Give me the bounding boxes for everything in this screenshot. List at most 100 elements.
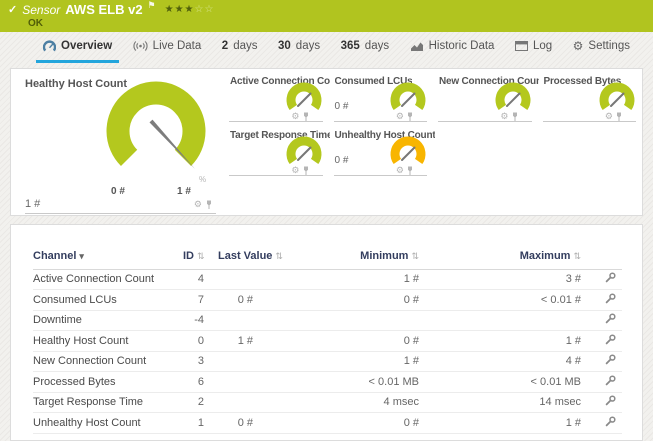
divider [229, 121, 323, 122]
divider [333, 175, 427, 176]
channel-minimum: 4 msec [263, 392, 423, 413]
divider [229, 175, 323, 176]
channel-maximum: 14 msec [423, 392, 585, 413]
tab-bar: Overview Live Data 2 days 30 days 365 days … [0, 32, 653, 63]
channel-maximum [423, 310, 585, 331]
tab-number: 30 [278, 40, 291, 52]
channel-name[interactable]: Downtime [33, 310, 183, 331]
pin-icon[interactable] [303, 112, 309, 121]
channel-maximum: 1 # [423, 330, 585, 352]
gear-icon[interactable]: ⚙ [291, 166, 299, 175]
flag-icon[interactable]: ⚑ [148, 0, 156, 11]
gauge-arc [390, 82, 426, 111]
tab-30-days[interactable]: 30 days [271, 32, 327, 63]
channel-last-value: 1 # [208, 330, 263, 352]
column-header-minimum[interactable]: Minimum ⇅ [263, 243, 423, 270]
sort-desc-icon: ▾ [79, 250, 84, 261]
channel-name[interactable]: New Connection Count [33, 351, 183, 372]
tab-live-data[interactable]: Live Data [126, 32, 209, 63]
channel-settings-icon[interactable] [605, 416, 616, 427]
percent-toggle-icon[interactable]: % [199, 175, 206, 184]
column-header-maximum[interactable]: Maximum ⇅ [423, 243, 585, 270]
tab-label: Historic Data [428, 40, 495, 52]
area-chart-icon [410, 42, 423, 51]
channel-id: 6 [183, 371, 208, 393]
gauge-arc [390, 136, 426, 165]
channel-last-value [208, 269, 263, 290]
gear-icon[interactable]: ⚙ [291, 112, 299, 121]
pin-icon[interactable] [512, 112, 518, 121]
tab-label: Settings [588, 40, 630, 52]
column-label: Channel [33, 249, 77, 262]
gear-icon[interactable]: ⚙ [500, 112, 508, 121]
gauge-needle [401, 146, 416, 161]
gauge-cell-consumed-lcus: Consumed LCUs 0 # ⚙ [331, 69, 436, 123]
gauge-value: 0 # [334, 101, 349, 112]
tab-log[interactable]: Log [508, 32, 559, 63]
sort-icon: ⇅ [411, 250, 419, 261]
table-row: Consumed LCUs 7 0 # 0 # < 0.01 # [33, 289, 622, 311]
gauge-scale-min: 0 # [111, 186, 125, 197]
channel-maximum: 4 # [423, 351, 585, 372]
sensor-overview-page: ✓ Sensor AWS ELB v2 ⚑ ★★★☆☆ OK Overview … [0, 0, 653, 441]
channel-minimum [263, 310, 423, 331]
channel-minimum: 0 # [263, 412, 423, 434]
channel-maximum: 1 # [423, 412, 585, 434]
channel-settings-icon[interactable] [605, 354, 616, 365]
channel-name[interactable]: Healthy Host Count [33, 330, 183, 352]
channel-last-value [208, 310, 263, 331]
divider [333, 121, 427, 122]
tab-overview[interactable]: Overview [36, 32, 120, 63]
gauge-arc [495, 82, 530, 111]
tab-2-days[interactable]: 2 days [215, 32, 265, 63]
status-check-icon: ✓ [8, 4, 18, 16]
channel-settings-icon[interactable] [605, 293, 616, 304]
stars-empty: ☆☆ [194, 4, 215, 15]
channel-minimum: 1 # [263, 269, 423, 290]
gear-icon[interactable]: ⚙ [396, 112, 404, 121]
gauge-cell-active-connection-count: Active Connection Count ⚙ [226, 69, 331, 123]
channel-settings-icon[interactable] [605, 375, 616, 386]
tab-settings[interactable]: ⚙ Settings [566, 32, 637, 63]
divider [542, 121, 636, 122]
divider [438, 121, 532, 122]
channel-name[interactable]: Consumed LCUs [33, 289, 183, 311]
primary-gauge-cell: Healthy Host Count 0 # 1 # % 1 # ⚙ [11, 69, 226, 215]
channel-name[interactable]: Processed Bytes [33, 371, 183, 393]
channel-settings-icon[interactable] [605, 272, 616, 283]
channel-settings-icon[interactable] [605, 313, 616, 324]
pin-icon[interactable] [206, 200, 212, 209]
sensor-title[interactable]: AWS ELB v2 [65, 2, 142, 17]
channel-table-panel: Channel ▾ ID ⇅ Last Value ⇅ Minimum ⇅ Maximu… [10, 224, 643, 441]
channel-settings-icon[interactable] [605, 334, 616, 345]
sensor-header: ✓ Sensor AWS ELB v2 ⚑ ★★★☆☆ OK [0, 0, 653, 32]
priority-stars[interactable]: ★★★☆☆ [165, 4, 215, 15]
channel-last-value: 0 # [208, 412, 263, 434]
gauge-value: 0 # [334, 155, 349, 166]
channel-maximum: < 0.01 # [423, 289, 585, 311]
sort-icon: ⇅ [275, 250, 283, 261]
gauge-arc [286, 82, 321, 111]
column-header-channel[interactable]: Channel ▾ [33, 243, 183, 270]
channel-name[interactable]: Active Connection Count [33, 269, 183, 290]
pin-icon[interactable] [616, 112, 622, 121]
gear-icon[interactable]: ⚙ [605, 112, 613, 121]
channel-settings-icon[interactable] [605, 395, 616, 406]
pin-icon[interactable] [407, 166, 413, 175]
stars-filled: ★★★ [164, 4, 195, 15]
channel-name[interactable]: Unhealthy Host Count [33, 412, 183, 434]
pin-icon[interactable] [407, 112, 413, 121]
gauge-needle [610, 92, 625, 107]
channel-table: Channel ▾ ID ⇅ Last Value ⇅ Minimum ⇅ Maximu… [33, 243, 622, 434]
gauge-current-value: 1 # [25, 198, 41, 210]
column-header-last-value[interactable]: Last Value ⇅ [208, 243, 283, 270]
tab-365-days[interactable]: 365 days [334, 32, 396, 63]
column-header-id[interactable]: ID ⇅ [183, 243, 208, 270]
tab-historic-data[interactable]: Historic Data [403, 32, 502, 63]
pin-icon[interactable] [303, 166, 309, 175]
gear-icon[interactable]: ⚙ [396, 166, 404, 175]
channel-name[interactable]: Target Response Time [33, 392, 183, 413]
channel-id: 4 [183, 269, 208, 290]
gear-icon[interactable]: ⚙ [194, 200, 202, 209]
gauge-needle [296, 92, 311, 107]
